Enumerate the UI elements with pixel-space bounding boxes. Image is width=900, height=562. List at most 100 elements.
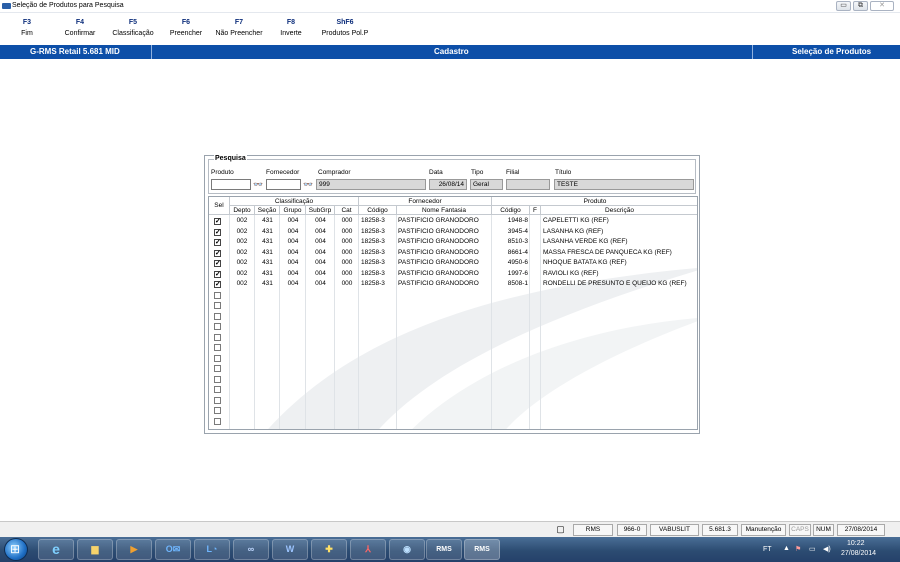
empty-table-row[interactable] bbox=[209, 321, 697, 332]
col-header-prod-codigo[interactable]: Código bbox=[492, 206, 530, 215]
produto-input[interactable] bbox=[211, 179, 251, 190]
row-select-checkbox[interactable] bbox=[214, 239, 221, 246]
row-select-checkbox[interactable] bbox=[214, 323, 221, 330]
col-header-secao[interactable]: Seção bbox=[255, 206, 280, 215]
empty-table-row[interactable] bbox=[209, 342, 697, 353]
row-select-checkbox[interactable] bbox=[214, 333, 221, 341]
rms-app-icon[interactable]: RMS bbox=[426, 539, 462, 560]
empty-table-row[interactable] bbox=[209, 374, 697, 385]
file-explorer-icon[interactable]: ▆ bbox=[77, 539, 113, 560]
row-select-checkbox[interactable] bbox=[214, 218, 221, 225]
loop-app-icon[interactable]: ∞ bbox=[233, 539, 269, 560]
lync-icon[interactable]: L◔ bbox=[194, 539, 230, 560]
row-select-checkbox[interactable] bbox=[214, 344, 221, 351]
row-select-checkbox[interactable] bbox=[214, 260, 221, 267]
col-header-depto[interactable]: Depto bbox=[230, 206, 255, 215]
pdf-reader-icon[interactable]: ⅄ bbox=[350, 539, 386, 560]
produto-search-binoculars-icon[interactable]: 👓 bbox=[253, 180, 263, 189]
volume-icon[interactable]: ◀) bbox=[823, 545, 831, 553]
fkey-preencher-button[interactable]: F6 Preencher bbox=[166, 19, 206, 37]
header-divider bbox=[151, 45, 152, 59]
row-select-checkbox[interactable] bbox=[214, 386, 221, 393]
rms-app-icon-active[interactable]: RMS bbox=[464, 539, 500, 560]
col-header-grupo[interactable]: Grupo bbox=[280, 206, 306, 215]
media-player-icon[interactable]: ▶ bbox=[116, 539, 152, 560]
cell-grupo: 004 bbox=[287, 227, 299, 235]
cell-f bbox=[531, 227, 540, 238]
col-header-subgrp[interactable]: SubGrp bbox=[306, 206, 335, 215]
table-row[interactable]: 002 431 004 004 000 18258-3 PASTIFICIO GRANODO… bbox=[209, 258, 697, 269]
filial-label: Filial bbox=[506, 169, 520, 176]
empty-table-row[interactable] bbox=[209, 416, 697, 427]
network-flag-icon[interactable]: ⚑ bbox=[795, 545, 801, 553]
outlook-icon[interactable]: O✉ bbox=[155, 539, 191, 560]
tray-expand-icon[interactable]: ▲ bbox=[783, 545, 790, 552]
clock-date[interactable]: 27/08/2014 bbox=[841, 550, 876, 557]
fkey-produtos-polp-button[interactable]: ShF6 Produtos Pol.P bbox=[318, 19, 372, 37]
col-header-nome-fantasia[interactable]: Nome Fantasia bbox=[397, 206, 492, 215]
table-row[interactable]: 002 431 004 004 000 18258-3 PASTIFICIO GRANODO… bbox=[209, 216, 697, 227]
empty-table-row[interactable] bbox=[209, 311, 697, 322]
row-select-checkbox[interactable] bbox=[214, 291, 221, 299]
cell-secao: 431 bbox=[262, 259, 273, 266]
installer-icon[interactable]: ✚ bbox=[311, 539, 347, 560]
cell-cat: 000 bbox=[341, 259, 353, 266]
table-row[interactable]: 002 431 004 004 000 18258-3 PASTIFICIO GRANODO… bbox=[209, 237, 697, 248]
cell-cat: 000 bbox=[341, 248, 353, 256]
row-select-checkbox[interactable] bbox=[214, 228, 221, 236]
cell-nome-fantasia: PASTIFICIO GRANODORO bbox=[398, 248, 479, 256]
row-select-checkbox[interactable] bbox=[214, 407, 221, 414]
col-header-descricao[interactable]: Descrição bbox=[541, 206, 697, 215]
table-row[interactable]: 002 431 004 004 000 18258-3 PASTIFICIO GRANODO… bbox=[209, 279, 697, 290]
row-select-checkbox[interactable] bbox=[214, 312, 221, 320]
globe-icon[interactable]: ◉ bbox=[389, 539, 425, 560]
col-header-sel[interactable]: Sel bbox=[209, 197, 230, 215]
col-header-f[interactable]: F bbox=[530, 206, 541, 215]
minimize-button[interactable]: ▭ bbox=[836, 1, 851, 11]
window-title: Seleção de Produtos para Pesquisa bbox=[12, 2, 124, 9]
empty-table-row[interactable] bbox=[209, 405, 697, 416]
close-button[interactable]: ✕ bbox=[870, 1, 894, 11]
start-button[interactable] bbox=[4, 538, 28, 561]
row-select-checkbox[interactable] bbox=[214, 354, 221, 362]
empty-table-row[interactable] bbox=[209, 395, 697, 406]
empty-table-row[interactable] bbox=[209, 290, 697, 301]
fornecedor-input[interactable] bbox=[266, 179, 301, 190]
restore-button[interactable]: ⧉ bbox=[853, 1, 868, 11]
empty-table-row[interactable] bbox=[209, 353, 697, 364]
empty-table-row[interactable] bbox=[209, 300, 697, 311]
empty-table-row[interactable] bbox=[209, 384, 697, 395]
col-header-forn-codigo[interactable]: Código bbox=[359, 206, 397, 215]
table-row[interactable]: 002 431 004 004 000 18258-3 PASTIFICIO GRANODO… bbox=[209, 227, 697, 238]
table-row[interactable]: 002 431 004 004 000 18258-3 PASTIFICIO GRANODO… bbox=[209, 248, 697, 259]
fkey-label: Classificação bbox=[112, 30, 154, 37]
status-bar: ▢ RMS 966-0 VABUSLIT 5.681.3 Manutenção … bbox=[0, 521, 900, 537]
row-select-checkbox[interactable] bbox=[214, 375, 221, 383]
cell-depto: 002 bbox=[236, 280, 248, 287]
internet-explorer-icon[interactable]: e bbox=[38, 539, 74, 560]
network-icon[interactable]: ▭ bbox=[809, 545, 816, 553]
fkey-fim-button[interactable]: F3 Fim bbox=[14, 19, 40, 37]
cell-grupo: 004 bbox=[287, 217, 299, 224]
row-select-checkbox[interactable] bbox=[214, 365, 221, 372]
cell-subgrp: 004 bbox=[315, 269, 326, 277]
table-row[interactable]: 002 431 004 004 000 18258-3 PASTIFICIO GRANODO… bbox=[209, 269, 697, 280]
row-select-checkbox[interactable] bbox=[214, 302, 221, 309]
fkey-inverte-button[interactable]: F8 Inverte bbox=[276, 19, 306, 37]
data-label: Data bbox=[429, 169, 443, 176]
row-select-checkbox[interactable] bbox=[214, 249, 221, 257]
fkey-confirmar-button[interactable]: F4 Confirmar bbox=[60, 19, 100, 37]
fkey-nao-preencher-button[interactable]: F7 Não Preencher bbox=[212, 19, 266, 37]
empty-table-row[interactable] bbox=[209, 332, 697, 343]
fornecedor-search-binoculars-icon[interactable]: 👓 bbox=[303, 180, 313, 189]
word-icon[interactable]: W bbox=[272, 539, 308, 560]
col-header-cat[interactable]: Cat bbox=[335, 206, 359, 215]
row-select-checkbox[interactable] bbox=[214, 417, 221, 425]
language-indicator[interactable]: FT bbox=[763, 546, 772, 553]
row-select-checkbox[interactable] bbox=[214, 281, 221, 288]
fkey-classificacao-button[interactable]: F5 Classificação bbox=[110, 19, 156, 37]
row-select-checkbox[interactable] bbox=[214, 396, 221, 404]
row-select-checkbox[interactable] bbox=[214, 270, 221, 278]
clock-time[interactable]: 10:22 bbox=[847, 540, 865, 547]
empty-table-row[interactable] bbox=[209, 363, 697, 374]
